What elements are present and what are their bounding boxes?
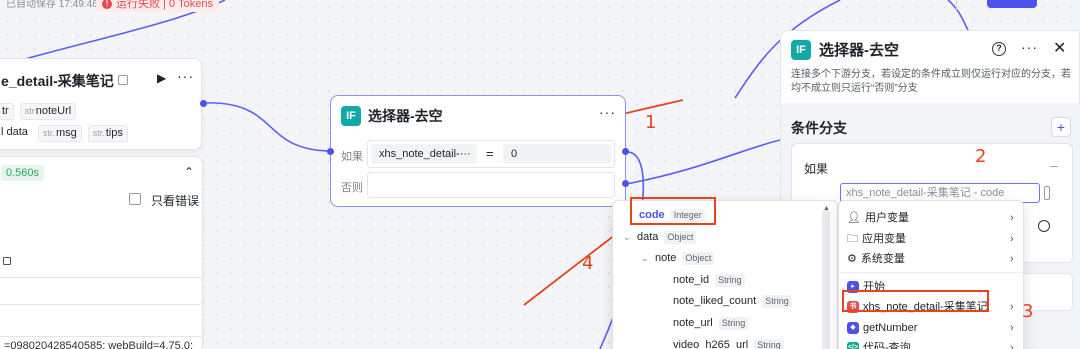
node-header: IF 选择器-去空 <box>341 106 443 126</box>
output-tag: l data <box>0 125 32 142</box>
if-label: 如果 <box>804 162 829 176</box>
collapse-icon[interactable]: ⌃ <box>184 165 194 179</box>
output-tag: strnoteUrl <box>19 103 77 120</box>
annotation-number: 3 <box>1022 301 1034 322</box>
result-log: =098020428540585; webBuild=4.75.0; <box>0 336 203 349</box>
tree-item-data[interactable]: ⌄ data Object <box>623 227 697 247</box>
connection-wire <box>947 0 969 31</box>
output-tag: tr <box>0 103 14 120</box>
else-label: 否则 <box>341 182 363 194</box>
condition-value[interactable]: 0 <box>503 144 611 164</box>
selector-node-card[interactable]: IF 选择器-去空 ··· 如果 xhs_note_detail-··· = 0… <box>330 95 626 207</box>
chevron-right-icon: › <box>1010 322 1014 334</box>
help-icon[interactable]: ? <box>992 42 1006 56</box>
output-tag: str.msg <box>37 125 82 142</box>
only-errors-checkbox[interactable] <box>129 193 141 205</box>
annotation-number: 4 <box>582 253 594 274</box>
tree-item-note-id[interactable]: note_id String <box>673 270 745 290</box>
source-system-vars[interactable]: ⚙ 系统变量 › <box>847 249 1019 269</box>
connection-wire <box>625 139 781 185</box>
else-row <box>367 172 615 198</box>
code-node-icon: ◆ <box>847 322 859 334</box>
run-result-panel: 0.560s ⌃ 只看错误 =098020428540585; webBuild… <box>0 156 203 349</box>
collapse-branch-icon[interactable] <box>1050 166 1058 167</box>
scrollbar[interactable] <box>822 209 830 349</box>
autosave-status: 已自动保存 17:49:46 <box>6 0 98 10</box>
chevron-right-icon: › <box>1010 253 1014 265</box>
close-icon[interactable]: ✕ <box>1053 38 1066 58</box>
source-app-vars[interactable]: 🗀 应用变量 › <box>847 229 1019 249</box>
panel-header: IF 选择器-去空 <box>791 39 899 60</box>
divider <box>839 272 1025 273</box>
chevron-down-icon: ⌄ <box>623 232 631 242</box>
source-getnumber-node[interactable]: ◆ getNumber › <box>847 318 1019 338</box>
plugin-node-card[interactable]: e_detail-采集笔记 ▶ ··· tr strnoteUrl l data… <box>0 58 202 150</box>
run-status-badge[interactable]: ! 运行失败 | 0 Tokens <box>96 0 219 12</box>
gear-icon: ⚙ <box>847 253 857 265</box>
source-user-vars[interactable]: 👤︎ 用户变量 › <box>847 208 1019 228</box>
output-port[interactable] <box>200 100 207 107</box>
toolbar-divider <box>956 0 957 10</box>
error-icon: ! <box>102 0 112 9</box>
annotation-number: 2 <box>975 146 987 167</box>
more-icon[interactable]: ··· <box>177 68 194 84</box>
if-node-icon: IF <box>341 106 361 126</box>
source-code-query-node[interactable]: </> 代码-查询 › <box>847 338 1019 349</box>
only-errors-label: 只看错误 <box>151 194 200 208</box>
if-label: 如果 <box>341 151 363 163</box>
chevron-down-icon: ⌄ <box>641 253 649 263</box>
more-icon[interactable]: ··· <box>599 104 616 120</box>
tree-item-note[interactable]: ⌄ note Object <box>641 248 715 268</box>
tree-item-note-url[interactable]: note_url String <box>673 313 749 333</box>
code-node-icon: </> <box>847 342 859 349</box>
chevron-right-icon: › <box>1010 342 1014 349</box>
variable-source-dropdown: 👤︎ 用户变量 › 🗀 应用变量 › ⚙ 系统变量 › ▸ 开始 书 xhs_note_deta… <box>838 200 1025 349</box>
output-tag: str.tips <box>87 125 128 142</box>
remove-condition-icon[interactable] <box>1038 220 1050 232</box>
chevron-right-icon: › <box>1010 301 1014 313</box>
else-output-port[interactable] <box>622 180 629 187</box>
panel-description: 连接多个下游分支，若设定的条件成立则仅运行对应的分支，若均不成立则只运行“否则”… <box>791 69 1071 94</box>
highlight-box <box>842 290 989 312</box>
doc-icon[interactable] <box>117 75 128 85</box>
publish-button[interactable] <box>987 0 1037 8</box>
condition-variable[interactable]: xhs_note_detail-··· <box>371 144 477 164</box>
connection-wire <box>202 102 331 152</box>
tree-item-note-liked-count[interactable]: note_liked_count String <box>673 291 792 311</box>
result-field[interactable] <box>0 277 203 305</box>
run-time-badge: 0.560s <box>1 165 45 181</box>
highlight-box <box>630 197 716 225</box>
run-node-icon[interactable]: ▶ <box>157 71 166 85</box>
section-title: 条件分支 <box>791 120 847 136</box>
condition-operator[interactable]: = <box>486 144 494 164</box>
annotation-number: 1 <box>645 112 657 133</box>
user-icon: 👤︎ <box>847 212 861 224</box>
node-title: e_detail-采集笔记 <box>1 71 128 91</box>
more-icon[interactable]: ··· <box>1021 39 1038 55</box>
node-title: 选择器-去空 <box>368 108 443 124</box>
scroll-up-icon[interactable]: ▲ <box>823 205 830 212</box>
variable-spinner[interactable] <box>1044 186 1050 200</box>
copy-icon[interactable] <box>3 257 11 265</box>
chevron-right-icon: › <box>1010 212 1014 224</box>
add-branch-button[interactable]: + <box>1051 117 1071 137</box>
chevron-right-icon: › <box>1010 233 1014 245</box>
folder-icon: 🗀 <box>847 233 858 245</box>
input-port[interactable] <box>327 148 334 155</box>
if-output-port[interactable] <box>622 148 629 155</box>
annotation-arrow-4 <box>523 225 627 306</box>
panel-title: 选择器-去空 <box>819 42 899 59</box>
tree-item-video-h265-url[interactable]: video_h265_url String <box>673 335 784 349</box>
if-node-icon: IF <box>791 39 811 60</box>
run-status-text: 运行失败 | 0 Tokens <box>116 0 213 10</box>
